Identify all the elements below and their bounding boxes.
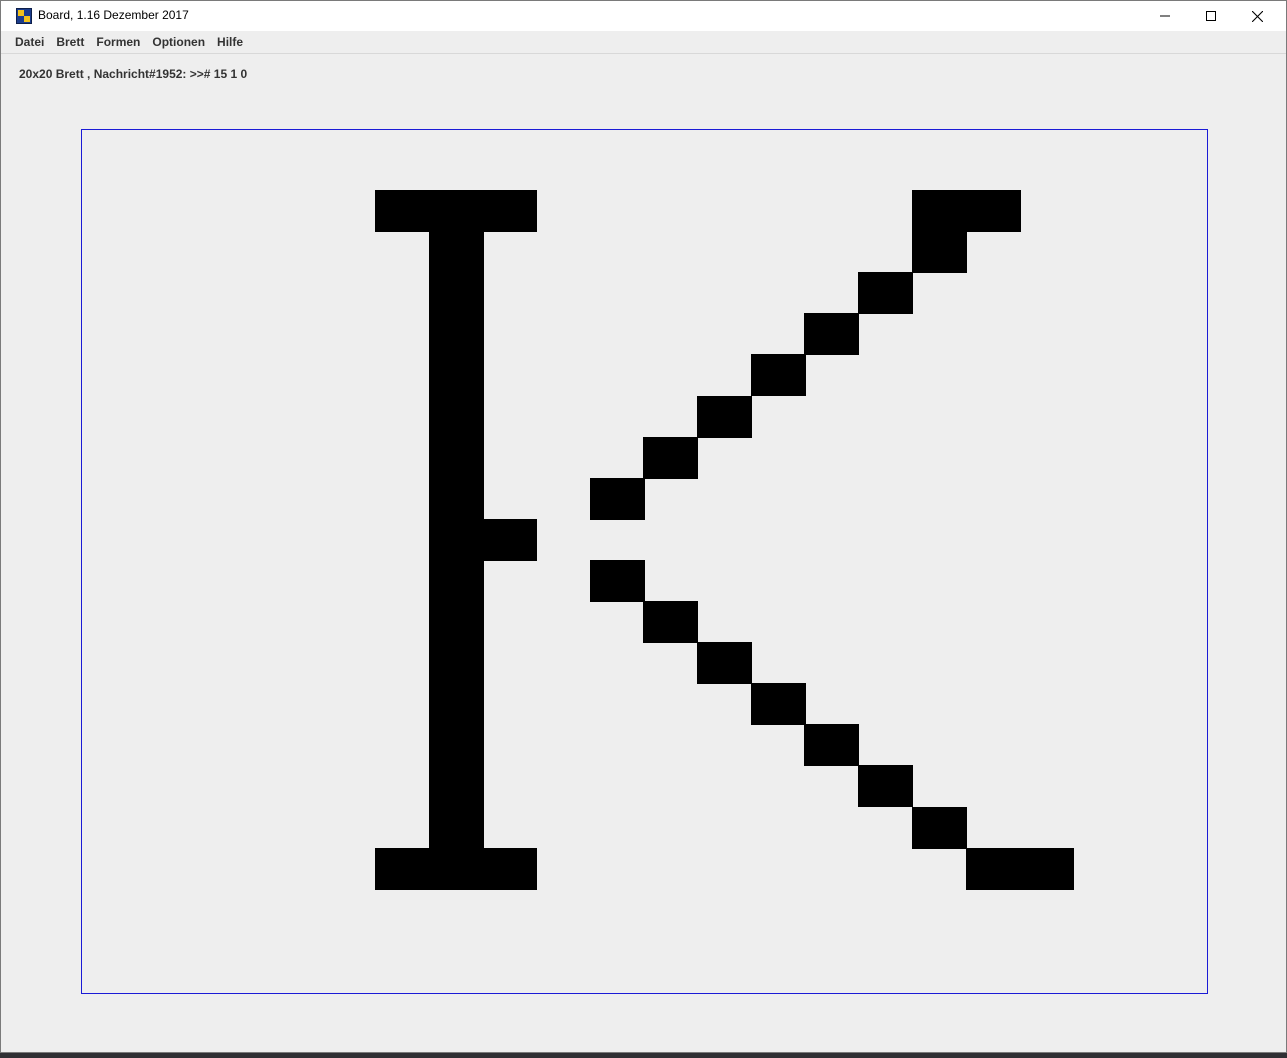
game-board[interactable] bbox=[81, 129, 1208, 994]
status-message: 20x20 Brett , Nachricht#1952: >># 15 1 0 bbox=[19, 67, 248, 81]
menu-optionen[interactable]: Optionen bbox=[146, 31, 211, 53]
filled-cell[interactable] bbox=[804, 724, 859, 766]
minimize-icon bbox=[1160, 15, 1170, 17]
filled-cell[interactable] bbox=[429, 765, 484, 807]
filled-cell[interactable] bbox=[1019, 848, 1074, 890]
menu-brett[interactable]: Brett bbox=[50, 31, 90, 53]
filled-cell[interactable] bbox=[429, 642, 484, 684]
application-window: Board, 1.16 Dezember 2017 Datei Brett Fo… bbox=[0, 0, 1287, 1053]
filled-cell[interactable] bbox=[429, 560, 484, 602]
board-app-icon[interactable] bbox=[16, 8, 32, 24]
filled-cell[interactable] bbox=[643, 437, 698, 479]
minimize-button[interactable] bbox=[1142, 1, 1188, 31]
window-title: Board, 1.16 Dezember 2017 bbox=[38, 8, 189, 22]
filled-cell[interactable] bbox=[429, 396, 484, 438]
filled-cell[interactable] bbox=[429, 724, 484, 766]
filled-cell[interactable] bbox=[966, 190, 1021, 232]
filled-cell[interactable] bbox=[751, 354, 806, 396]
filled-cell[interactable] bbox=[643, 601, 698, 643]
title-bar[interactable]: Board, 1.16 Dezember 2017 bbox=[1, 1, 1286, 31]
filled-cell[interactable] bbox=[429, 807, 484, 849]
filled-cell[interactable] bbox=[375, 190, 430, 232]
filled-cell[interactable] bbox=[697, 642, 752, 684]
filled-cell[interactable] bbox=[429, 478, 484, 520]
close-icon bbox=[1251, 10, 1263, 22]
filled-cell[interactable] bbox=[375, 848, 430, 890]
menu-datei[interactable]: Datei bbox=[9, 31, 50, 53]
filled-cell[interactable] bbox=[751, 683, 806, 725]
filled-cell[interactable] bbox=[482, 848, 537, 890]
filled-cell[interactable] bbox=[429, 190, 484, 232]
menu-hilfe[interactable]: Hilfe bbox=[211, 31, 249, 53]
filled-cell[interactable] bbox=[429, 519, 484, 561]
filled-cell[interactable] bbox=[912, 231, 967, 273]
filled-cell[interactable] bbox=[590, 478, 645, 520]
filled-cell[interactable] bbox=[429, 354, 484, 396]
filled-cell[interactable] bbox=[966, 848, 1021, 890]
filled-cell[interactable] bbox=[429, 437, 484, 479]
filled-cell[interactable] bbox=[429, 313, 484, 355]
filled-cell[interactable] bbox=[590, 560, 645, 602]
close-button[interactable] bbox=[1234, 1, 1280, 31]
filled-cell[interactable] bbox=[482, 519, 537, 561]
filled-cell[interactable] bbox=[429, 272, 484, 314]
filled-cell[interactable] bbox=[858, 765, 913, 807]
filled-cell[interactable] bbox=[858, 272, 913, 314]
filled-cell[interactable] bbox=[482, 190, 537, 232]
maximize-icon bbox=[1206, 11, 1216, 21]
filled-cell[interactable] bbox=[429, 231, 484, 273]
filled-cell[interactable] bbox=[804, 313, 859, 355]
filled-cell[interactable] bbox=[429, 848, 484, 890]
maximize-button[interactable] bbox=[1188, 1, 1234, 31]
filled-cell[interactable] bbox=[697, 396, 752, 438]
filled-cell[interactable] bbox=[912, 190, 967, 232]
menu-bar: Datei Brett Formen Optionen Hilfe bbox=[1, 31, 1286, 54]
menu-formen[interactable]: Formen bbox=[90, 31, 146, 53]
filled-cell[interactable] bbox=[429, 683, 484, 725]
filled-cell[interactable] bbox=[912, 807, 967, 849]
filled-cell[interactable] bbox=[429, 601, 484, 643]
desktop-background bbox=[0, 1053, 1287, 1058]
